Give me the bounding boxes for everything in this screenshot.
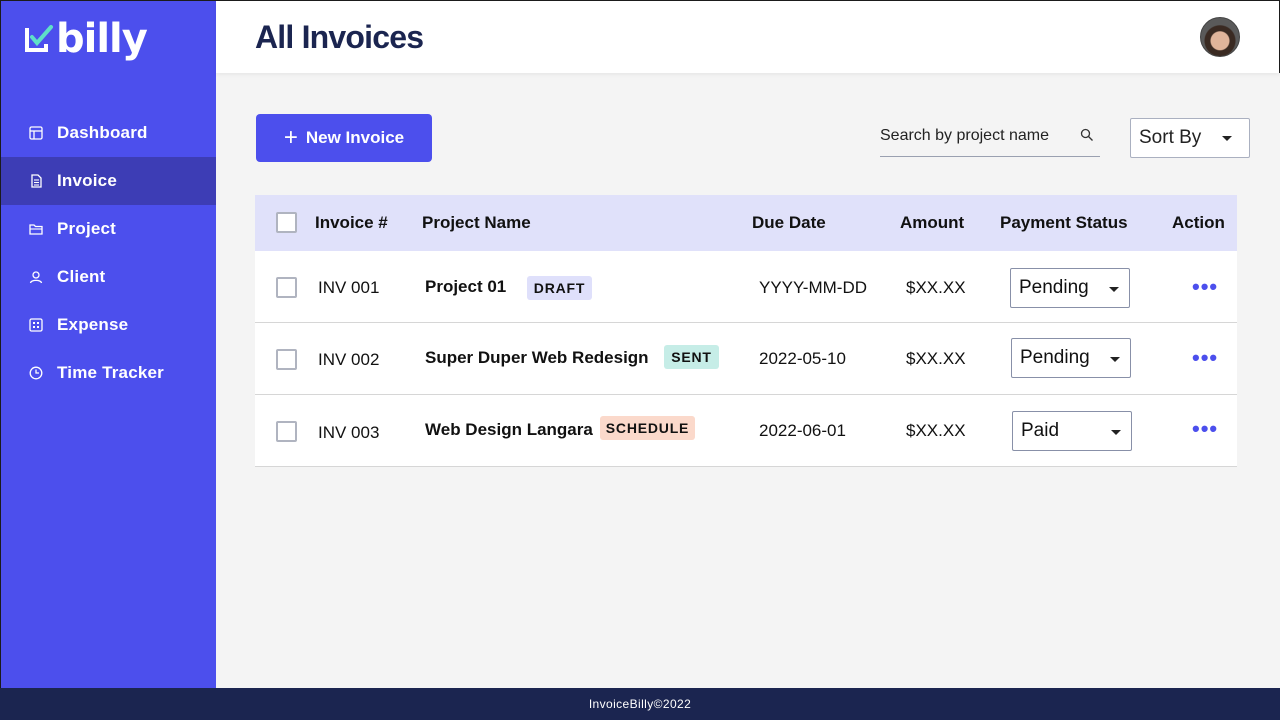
sidebar-item-expense[interactable]: Expense (1, 301, 216, 349)
sidebar-item-dashboard[interactable]: Dashboard (1, 109, 216, 157)
table-row: INV 001 Project 01 DRAFT YYYY-MM-DD $XX.… (255, 251, 1237, 323)
chevron-down-icon (1222, 136, 1232, 141)
project-name[interactable]: Project 01 (425, 277, 506, 297)
calculator-icon (29, 318, 43, 332)
sidebar-item-label: Client (57, 267, 106, 286)
amount: $XX.XX (906, 421, 966, 440)
more-actions-icon[interactable]: ••• (1192, 276, 1218, 298)
payment-status-select[interactable]: Pending (1010, 268, 1130, 308)
new-invoice-label: New Invoice (305, 128, 405, 147)
column-header-action: Action (1172, 213, 1225, 232)
due-date: YYYY-MM-DD (759, 278, 867, 297)
row-checkbox[interactable] (276, 421, 297, 442)
amount: $XX.XX (906, 278, 966, 297)
search-icon[interactable] (1080, 128, 1094, 142)
invoice-number: INV 002 (318, 350, 380, 369)
invoice-number: INV 001 (318, 278, 380, 297)
table-row: INV 003 Web Design Langara SCHEDULE 2022… (255, 395, 1237, 467)
more-actions-icon[interactable]: ••• (1192, 418, 1218, 440)
chevron-down-icon (1111, 430, 1121, 435)
dashboard-icon (29, 126, 43, 140)
sidebar-item-label: Dashboard (57, 123, 148, 142)
more-actions-icon[interactable]: ••• (1192, 347, 1218, 369)
sort-by-label: Sort By (1139, 127, 1202, 148)
client-icon (29, 270, 43, 284)
select-all-checkbox[interactable] (276, 212, 297, 233)
due-date: 2022-06-01 (759, 421, 846, 440)
column-header-due-date[interactable]: Due Date (752, 213, 826, 233)
invoice-icon (29, 174, 43, 188)
payment-status-select[interactable]: Pending (1011, 338, 1131, 378)
column-header-payment-status[interactable]: Payment Status (1000, 213, 1128, 233)
clock-icon (29, 366, 43, 380)
sidebar-item-client[interactable]: Client (1, 253, 216, 301)
project-name[interactable]: Super Duper Web Redesign (425, 348, 649, 368)
due-date: 2022-05-10 (759, 349, 846, 368)
payment-status-select[interactable]: Paid (1012, 411, 1132, 451)
logo-text: billy (56, 16, 148, 62)
chevron-down-icon (1109, 287, 1119, 292)
sidebar-item-invoice[interactable]: Invoice (1, 157, 216, 205)
status-badge: SENT (664, 345, 719, 369)
chevron-down-icon (1110, 357, 1120, 362)
table-row: INV 002 Super Duper Web Redesign SENT 20… (255, 323, 1237, 395)
search-input[interactable] (880, 127, 1070, 145)
status-badge: SCHEDULE (600, 416, 695, 440)
payment-status-value: Pending (1019, 277, 1089, 298)
new-invoice-button[interactable]: + New Invoice (256, 114, 432, 162)
payment-status-value: Paid (1021, 420, 1060, 441)
row-checkbox[interactable] (276, 277, 297, 298)
page-title: All Invoices (255, 19, 424, 55)
column-header-invoice[interactable]: Invoice # (315, 213, 388, 233)
footer: InvoiceBilly©2022 (0, 688, 1280, 720)
logo[interactable]: billy (24, 16, 148, 62)
invoice-number: INV 003 (318, 423, 380, 442)
project-name[interactable]: Web Design Langara (425, 420, 593, 440)
row-checkbox[interactable] (276, 349, 297, 370)
sidebar-item-label: Expense (57, 315, 129, 334)
sort-by-select[interactable]: Sort By (1130, 118, 1250, 158)
plus-icon: + (283, 124, 298, 151)
avatar[interactable] (1200, 17, 1240, 57)
table-header: Invoice # Project Name Due Date Amount P… (255, 195, 1237, 251)
column-header-project[interactable]: Project Name (422, 213, 531, 233)
sidebar-item-time-tracker[interactable]: Time Tracker (1, 349, 216, 397)
sidebar-item-label: Project (57, 219, 117, 238)
sidebar: billy Dashboard Invoice Project Client E… (0, 0, 216, 688)
top-header: All Invoices (216, 0, 1280, 73)
footer-text: InvoiceBilly©2022 (588, 697, 692, 711)
sidebar-nav: Dashboard Invoice Project Client Expense (1, 109, 216, 397)
folder-icon (29, 222, 43, 236)
logo-check-icon (24, 22, 54, 56)
sidebar-item-label: Time Tracker (57, 363, 164, 382)
sidebar-item-label: Invoice (57, 171, 117, 190)
column-header-amount[interactable]: Amount (900, 213, 964, 233)
amount: $XX.XX (906, 349, 966, 368)
search-box (880, 116, 1100, 157)
sidebar-item-project[interactable]: Project (1, 205, 216, 253)
status-badge: DRAFT (527, 276, 592, 300)
invoice-table: Invoice # Project Name Due Date Amount P… (255, 195, 1237, 467)
payment-status-value: Pending (1020, 347, 1090, 368)
